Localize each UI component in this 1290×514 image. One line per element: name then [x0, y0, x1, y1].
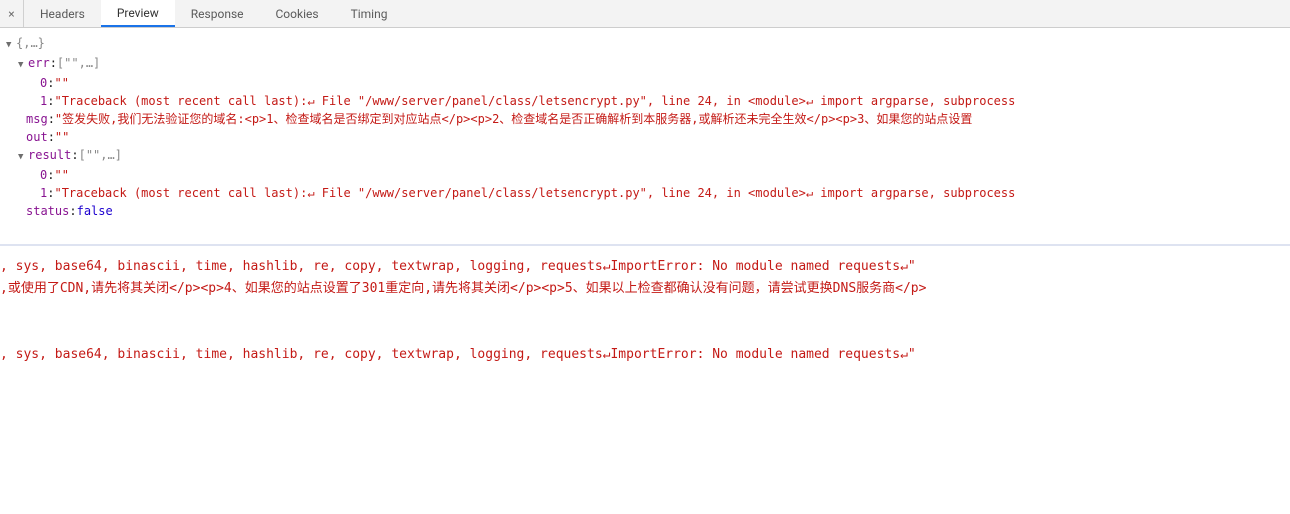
err-summary: ["",…] [57, 54, 100, 72]
preview-pane: ▼ {,…} ▼ err: ["",…] 0: "" 1: "Traceback… [0, 28, 1290, 224]
result-summary: ["",…] [79, 146, 122, 164]
json-value: "" [55, 128, 69, 146]
json-result-0: 0: "" [4, 166, 1286, 184]
colon: : [50, 54, 57, 72]
json-out: out: "" [4, 128, 1286, 146]
expand-icon[interactable]: ▼ [18, 148, 28, 166]
json-result-1: 1: "Traceback (most recent call last):↵ … [4, 184, 1286, 202]
overflow-line-3: , sys, base64, binascii, time, hashlib, … [0, 344, 1290, 366]
json-msg: msg: "签发失败,我们无法验证您的域名:<p>1、检查域名是否绑定到对应站点… [4, 110, 1286, 128]
json-key: result [28, 146, 71, 164]
json-err-0: 0: "" [4, 74, 1286, 92]
json-status: status: false [4, 202, 1286, 220]
tab-preview[interactable]: Preview [101, 0, 175, 27]
json-value: "Traceback (most recent call last):↵ Fil… [54, 92, 1015, 110]
overflow-block: , sys, base64, binascii, time, hashlib, … [0, 244, 1290, 370]
expand-icon[interactable]: ▼ [18, 56, 28, 74]
overflow-gap [0, 300, 1290, 344]
json-value: "" [54, 166, 68, 184]
json-err[interactable]: ▼ err: ["",…] [4, 54, 1286, 74]
json-root[interactable]: ▼ {,…} [4, 34, 1286, 54]
json-value: "" [54, 74, 68, 92]
overflow-line-1: , sys, base64, binascii, time, hashlib, … [0, 256, 1290, 278]
json-value: false [77, 202, 113, 220]
tab-response[interactable]: Response [175, 0, 260, 27]
json-value: "签发失败,我们无法验证您的域名:<p>1、检查域名是否绑定到对应站点</p><… [55, 110, 972, 128]
json-err-1: 1: "Traceback (most recent call last):↵ … [4, 92, 1286, 110]
json-key: status [26, 202, 69, 220]
expand-icon[interactable]: ▼ [6, 36, 16, 54]
json-key: 0 [40, 166, 47, 184]
json-key: err [28, 54, 50, 72]
json-value: "Traceback (most recent call last):↵ Fil… [54, 184, 1015, 202]
json-key: out [26, 128, 48, 146]
root-summary: {,…} [16, 34, 45, 52]
json-result[interactable]: ▼ result: ["",…] [4, 146, 1286, 166]
tab-cookies[interactable]: Cookies [260, 0, 335, 27]
overflow-line-2: ,或使用了CDN,请先将其关闭</p><p>4、如果您的站点设置了301重定向,… [0, 278, 1290, 300]
json-key: 1 [40, 92, 47, 110]
devtools-tabbar: × Headers Preview Response Cookies Timin… [0, 0, 1290, 28]
tab-timing[interactable]: Timing [335, 0, 404, 27]
tab-headers[interactable]: Headers [24, 0, 101, 27]
json-key: 0 [40, 74, 47, 92]
json-key: msg [26, 110, 48, 128]
close-icon[interactable]: × [0, 0, 24, 27]
json-key: 1 [40, 184, 47, 202]
